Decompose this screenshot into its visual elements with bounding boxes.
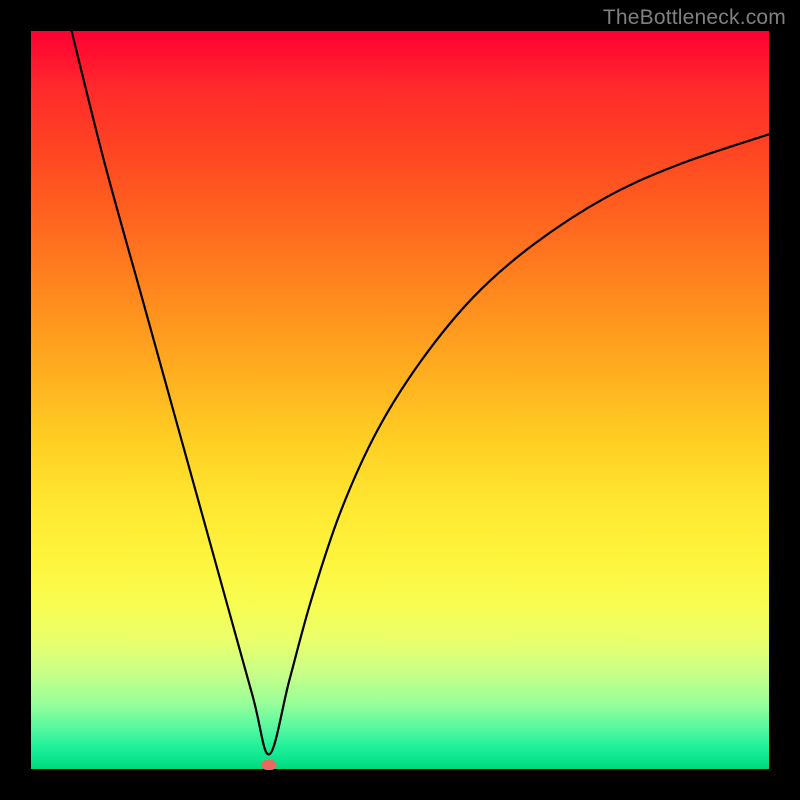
minimum-marker [262, 760, 277, 770]
watermark-text: TheBottleneck.com [603, 6, 786, 30]
chart-frame: TheBottleneck.com [0, 0, 800, 800]
curve-svg [31, 31, 769, 769]
plot-area [31, 31, 769, 769]
bottleneck-curve [72, 31, 769, 754]
